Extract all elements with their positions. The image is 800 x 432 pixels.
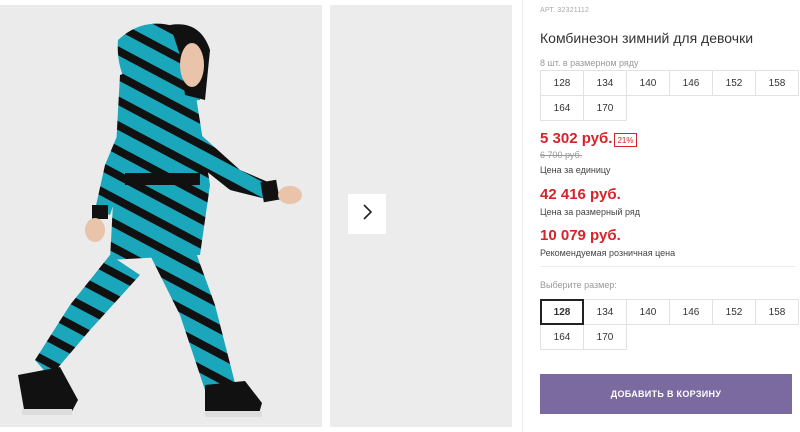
row-price-caption: Цена за размерный ряд xyxy=(540,207,641,217)
product-photo[interactable] xyxy=(0,5,322,427)
row-price: 42 416 руб. xyxy=(540,186,621,203)
unit-price: 5 302 руб. xyxy=(540,130,613,147)
retail-price: 10 079 руб. xyxy=(540,227,621,244)
size-selector: 128 134 140 146 152 158 164 170 xyxy=(540,299,799,350)
discount-badge: 21% xyxy=(614,133,637,147)
size-option-170[interactable]: 170 xyxy=(583,324,627,350)
old-price: 6 700 руб. xyxy=(540,150,583,160)
size-row-cell: 170 xyxy=(583,95,627,121)
size-option-164[interactable]: 164 xyxy=(540,324,584,350)
size-row-info: 8 шт. в размерном ряду xyxy=(540,58,639,68)
panel-divider xyxy=(522,0,523,432)
size-option-140[interactable]: 140 xyxy=(626,299,670,325)
product-gallery xyxy=(0,0,512,432)
size-row-cell: 146 xyxy=(669,70,713,96)
size-option-134[interactable]: 134 xyxy=(583,299,627,325)
size-row-cell: 152 xyxy=(712,70,756,96)
size-row-cell: 164 xyxy=(540,95,584,121)
product-sku: АРТ. 32321112 xyxy=(540,7,590,14)
retail-price-caption: Рекомендуемая розничная цена xyxy=(540,248,676,258)
size-row-cell: 158 xyxy=(755,70,799,96)
size-option-128[interactable]: 128 xyxy=(540,299,584,325)
size-select-label: Выберите размер: xyxy=(540,280,617,290)
chevron-right-icon xyxy=(361,203,373,226)
product-title: Комбинезон зимний для девочки xyxy=(540,30,754,46)
add-to-cart-button[interactable]: ДОБАВИТЬ В КОРЗИНУ xyxy=(540,374,792,414)
size-option-158[interactable]: 158 xyxy=(755,299,799,325)
next-image-button[interactable] xyxy=(348,194,386,234)
size-row-cell: 140 xyxy=(626,70,670,96)
section-divider xyxy=(540,266,796,267)
unit-price-caption: Цена за единицу xyxy=(540,165,611,175)
size-option-146[interactable]: 146 xyxy=(669,299,713,325)
size-row-grid: 128 134 140 146 152 158 164 170 xyxy=(540,70,799,121)
size-row-cell: 134 xyxy=(583,70,627,96)
size-row-cell: 128 xyxy=(540,70,584,96)
size-option-152[interactable]: 152 xyxy=(712,299,756,325)
